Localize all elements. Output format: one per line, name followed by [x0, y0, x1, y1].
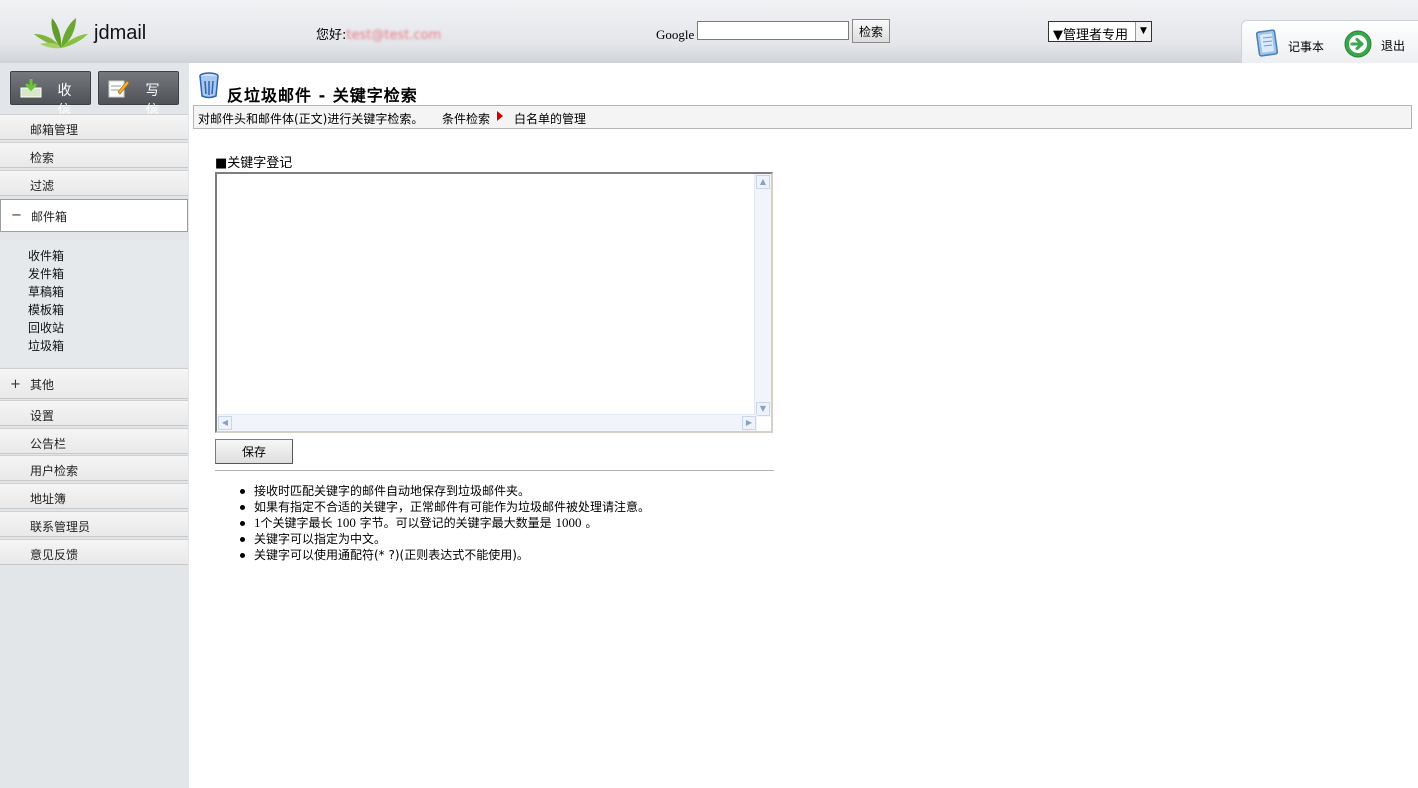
nav-label: 公告栏	[30, 437, 67, 451]
keywords-textarea[interactable]: ▲ ▼ ◀ ▶	[215, 172, 773, 433]
nav-settings[interactable]: 设置	[0, 400, 188, 426]
logout-button[interactable]: 退出	[1344, 30, 1414, 60]
header-actions: 记事本 退出	[1241, 20, 1418, 64]
expand-icon: +	[10, 377, 21, 392]
app-name: jdmail	[94, 22, 147, 44]
scroll-down-icon[interactable]: ▼	[756, 402, 770, 416]
receive-mail-button[interactable]: 收 信	[10, 71, 91, 118]
folder-inbox[interactable]: 收件箱	[28, 247, 64, 264]
notepad-label: 记事本	[1288, 40, 1325, 54]
main-content: 反垃圾邮件 - 关键字检索 对邮件头和邮件体(正文)进行关键字检索。 条件检索 …	[189, 63, 1418, 788]
nav-filter[interactable]: 过滤	[0, 170, 188, 196]
nav-feedback[interactable]: 意见反馈	[0, 539, 188, 565]
nav-label: 地址簿	[30, 492, 67, 506]
scroll-up-icon[interactable]: ▲	[756, 175, 770, 189]
note-text: 。	[585, 516, 598, 530]
nav-label: 过滤	[30, 179, 55, 193]
inbox-download-icon	[20, 79, 42, 98]
note-item: 接收时匹配关键字的邮件自动地保存到垃圾邮件夹。	[237, 483, 650, 499]
folder-templates[interactable]: 模板箱	[28, 301, 64, 318]
divider	[215, 470, 774, 471]
folder-list: 收件箱 发件箱 草稿箱 模板箱 回收站 垃圾箱	[0, 240, 189, 367]
notepad-icon	[1255, 29, 1279, 57]
note-item: 关键字可以指定为中文。	[237, 531, 650, 547]
nav-contact-admin[interactable]: 联系管理员	[0, 511, 188, 537]
note-item: 关键字可以使用通配符(* ?)(正则表达式不能使用)。	[237, 547, 650, 563]
greeting: 您好:test@test.com	[316, 24, 441, 43]
app-logo[interactable]: jdmail	[32, 14, 152, 50]
google-search-input[interactable]	[697, 21, 849, 40]
nav-label: 意见反馈	[30, 548, 79, 562]
horizontal-scrollbar[interactable]: ◀ ▶	[217, 414, 757, 431]
notepad-button[interactable]: 记事本	[1254, 28, 1334, 58]
keyword-section-label: ■关键字登记	[215, 156, 293, 171]
collapse-icon: −	[11, 208, 22, 223]
nav-label: 邮箱管理	[30, 123, 79, 137]
note-number: 100	[336, 515, 356, 530]
google-search-button[interactable]: 检索	[852, 19, 890, 43]
scroll-right-icon[interactable]: ▶	[742, 416, 756, 430]
trash-can-icon	[199, 72, 219, 99]
sidebar: 收 信 写 信 邮箱管理 检索 过滤 − 邮件箱 收件箱 发件箱 草稿箱 模板箱…	[0, 63, 189, 788]
role-select-value: ▼管理者专用	[1053, 28, 1128, 43]
folder-sent[interactable]: 发件箱	[28, 265, 64, 282]
nav-bulletin[interactable]: 公告栏	[0, 428, 188, 454]
toolbar-description: 对邮件头和邮件体(正文)进行关键字检索。	[198, 112, 424, 126]
nav-mailbox-expanded[interactable]: − 邮件箱	[0, 199, 188, 232]
nav-label: 其他	[30, 378, 55, 392]
greeting-user: test@test.com	[346, 28, 442, 43]
save-button[interactable]: 保存	[215, 439, 293, 464]
vertical-scrollbar[interactable]: ▲ ▼	[754, 174, 771, 417]
page-title: 反垃圾邮件 - 关键字检索	[227, 86, 418, 105]
action-bar: 对邮件头和邮件体(正文)进行关键字检索。 条件检索 白名单的管理	[193, 105, 1412, 129]
nav-other[interactable]: + 其他	[0, 368, 188, 399]
whitelist-link[interactable]: 白名单的管理	[514, 110, 586, 127]
nav-label: 设置	[30, 409, 55, 423]
notes-list: 接收时匹配关键字的邮件自动地保存到垃圾邮件夹。 如果有指定不合适的关键字，正常邮…	[237, 483, 650, 563]
note-text: 字节。可以登记的关键字最大数量是	[359, 516, 552, 530]
folder-drafts[interactable]: 草稿箱	[28, 283, 64, 300]
scroll-left-icon[interactable]: ◀	[218, 416, 232, 430]
nav-user-search[interactable]: 用户检索	[0, 455, 188, 481]
note-item: 1个关键字最长 100 字节。可以登记的关键字最大数量是 1000 。	[237, 515, 650, 531]
logout-label: 退出	[1381, 39, 1406, 53]
chevron-down-icon: ▼	[1135, 22, 1151, 41]
nav-address-book[interactable]: 地址簿	[0, 483, 188, 509]
folder-recycle[interactable]: 回收站	[28, 319, 64, 336]
folder-spam[interactable]: 垃圾箱	[28, 337, 64, 354]
role-select[interactable]: ▼管理者专用 ▼	[1048, 21, 1152, 43]
nav-label: 联系管理员	[30, 520, 91, 534]
nav-search[interactable]: 检索	[0, 142, 188, 168]
compose-mail-button[interactable]: 写 信	[98, 71, 179, 118]
top-header: jdmail 您好:test@test.com Google 检索 ▼管理者专用…	[0, 0, 1418, 64]
nav-label: 检索	[30, 151, 55, 165]
nav-label: 用户检索	[30, 464, 79, 478]
compose-pen-icon	[108, 80, 130, 98]
greeting-label: 您好:	[316, 28, 347, 43]
note-number: 1000	[555, 515, 582, 530]
condition-search-link[interactable]: 条件检索	[442, 110, 490, 127]
logout-arrow-icon	[1344, 30, 1372, 58]
leaf-logo-icon	[34, 18, 88, 49]
google-search-label: Google	[656, 27, 695, 42]
note-item: 如果有指定不合适的关键字，正常邮件有可能作为垃圾邮件被处理请注意。	[237, 499, 650, 515]
note-text: 个关键字最长	[260, 516, 333, 530]
arrow-right-icon	[497, 111, 503, 121]
nav-mailbox-manage[interactable]: 邮箱管理	[0, 114, 188, 140]
nav-label: 邮件箱	[31, 210, 68, 224]
